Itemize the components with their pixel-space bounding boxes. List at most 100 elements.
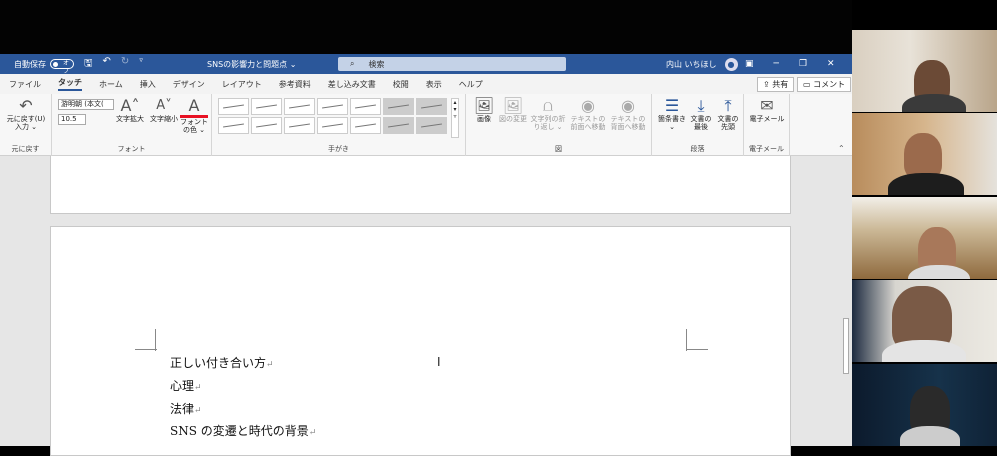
font-size-select[interactable]: 10.5: [58, 114, 86, 125]
tab-design[interactable]: デザイン: [173, 79, 205, 90]
pen-item[interactable]: [218, 117, 249, 134]
black-top-area: [0, 0, 852, 54]
tab-view[interactable]: 表示: [426, 79, 442, 90]
tab-insert[interactable]: 挿入: [140, 79, 156, 90]
collapse-ribbon-icon[interactable]: ⌃: [838, 144, 845, 153]
line-text: 正しい付き合い方: [170, 356, 267, 370]
user-account[interactable]: 内山 いちほし ●: [666, 57, 738, 71]
comment-button[interactable]: ▭ コメント: [797, 77, 852, 92]
bring-front-button[interactable]: ◉ テキストの 前面へ移動: [568, 97, 608, 132]
grow-font-label: 文字拡大: [116, 115, 144, 123]
participant-video[interactable]: [852, 280, 997, 362]
pen-item[interactable]: [251, 98, 282, 115]
font-color-label: フォント: [180, 118, 208, 126]
grow-font-button[interactable]: A˄ 文字拡大: [114, 97, 146, 124]
pen-item[interactable]: [383, 117, 414, 134]
group-undo: ↶ 元に戻す(U) 入力 ⌄ 元に戻す: [0, 94, 52, 156]
avatar[interactable]: ●: [724, 57, 738, 71]
pen-item[interactable]: [416, 117, 447, 134]
font-color-button[interactable]: A フォント の色 ⌄: [180, 97, 208, 134]
doc-start-button[interactable]: ⤒ 文書の 先頭: [714, 96, 742, 132]
tab-help[interactable]: ヘルプ: [459, 79, 483, 90]
font-name-select[interactable]: 游明朝 (本文(: [58, 99, 114, 110]
close-icon[interactable]: ✕: [827, 59, 835, 69]
pen-item[interactable]: [218, 98, 249, 115]
pen-item[interactable]: [383, 98, 414, 115]
doc-end-icon: ⤓: [697, 96, 705, 115]
restore-icon[interactable]: ❐: [799, 59, 807, 69]
bullets-label: 箇条書き: [658, 115, 686, 123]
participant-video[interactable]: [852, 113, 997, 195]
email-button[interactable]: ✉ 電子メール: [746, 97, 788, 124]
pen-item[interactable]: [317, 117, 348, 134]
undo-icon[interactable]: ↶: [103, 56, 111, 73]
redo-icon[interactable]: ↻: [121, 56, 129, 73]
search-icon: ⌕: [350, 59, 355, 68]
image-button[interactable]: 🖼 画像: [470, 97, 498, 124]
document-line[interactable]: 心理↵: [170, 377, 202, 394]
ribbon-display-icon[interactable]: ▣: [745, 59, 754, 69]
autosave-label: 自動保存: [14, 59, 46, 69]
document-line[interactable]: SNS の変遷と時代の背景↵: [170, 422, 316, 439]
document-line[interactable]: 正しい付き合い方↵: [170, 354, 274, 371]
vertical-scrollbar-thumb[interactable]: [843, 318, 849, 374]
tab-review[interactable]: 校閲: [393, 79, 409, 90]
paragraph-mark: ↵: [194, 406, 202, 416]
pen-item[interactable]: [416, 98, 447, 115]
autosave[interactable]: 自動保存 オフ: [14, 59, 74, 75]
pen-item[interactable]: [284, 98, 315, 115]
tab-touch[interactable]: タッチ: [58, 77, 82, 91]
doc-start-icon: ⤒: [724, 96, 732, 115]
document-line[interactable]: 法律↵: [170, 400, 202, 417]
change-image-button[interactable]: 🖼 図の変更: [498, 97, 528, 124]
document-title[interactable]: SNSの影響力と問題点 ⌄: [207, 59, 296, 70]
minimize-icon[interactable]: ─: [774, 59, 779, 69]
doc-end-button[interactable]: ⤓ 文書の 最後: [688, 96, 714, 132]
bring-front-label: テキストの: [570, 115, 606, 123]
tab-home[interactable]: ホーム: [99, 79, 123, 90]
participant-video[interactable]: [852, 364, 997, 446]
participant-video[interactable]: [852, 197, 997, 279]
pen-item[interactable]: [350, 98, 381, 115]
user-name: 内山 いちほし: [666, 59, 717, 69]
pen-item[interactable]: [317, 98, 348, 115]
undo-label: 元に戻す(U): [6, 115, 46, 123]
customize-qat-icon[interactable]: ▿: [139, 56, 143, 73]
current-page[interactable]: [50, 226, 791, 456]
tab-layout[interactable]: レイアウト: [222, 79, 262, 90]
pen-item[interactable]: [251, 117, 282, 134]
font-color-sub: の色 ⌄: [182, 126, 206, 134]
tab-references[interactable]: 参考資料: [279, 79, 311, 90]
shrink-font-button[interactable]: A˅ 文字縮小: [148, 97, 180, 123]
participant-body: [882, 340, 966, 362]
ribbon-tabs: ファイル タッチ ホーム 挿入 デザイン レイアウト 参考資料 差し込み文書 校…: [0, 74, 852, 94]
paragraph-mark: ↵: [194, 383, 202, 393]
send-back-button[interactable]: ◉ テキストの 背面へ移動: [608, 97, 648, 132]
participant-video[interactable]: [852, 30, 997, 112]
save-icon[interactable]: 🖫: [84, 56, 93, 73]
send-back-label: テキストの: [610, 115, 646, 123]
tab-mailings[interactable]: 差し込み文書: [328, 79, 376, 90]
tab-file[interactable]: ファイル: [9, 79, 41, 90]
previous-page: [50, 156, 791, 214]
bullets-button[interactable]: ☰ 箇条書き ⌄: [656, 97, 688, 132]
wrap-text-button[interactable]: ⩍ 文字列の折 り返し ⌄: [528, 97, 568, 132]
group-label: 元に戻す: [11, 145, 40, 153]
line-text: 心理: [170, 379, 195, 393]
undo-button[interactable]: ↶ 元に戻す(U) 入力 ⌄: [4, 96, 48, 132]
autosave-toggle[interactable]: オフ: [50, 59, 74, 75]
gallery-scroll[interactable]: ▴ ▾ ▿: [451, 98, 459, 138]
group-label: 段落: [690, 145, 705, 153]
doc-end-sub: 最後: [694, 123, 708, 131]
participant-body: [902, 94, 966, 112]
pen-item[interactable]: [284, 117, 315, 134]
search-placeholder: 検索: [368, 59, 385, 69]
window-controls: ▣ ─ ❐ ✕: [745, 59, 835, 69]
email-label: 電子メール: [749, 115, 785, 123]
bullets-sub: ⌄: [669, 123, 675, 131]
pen-item[interactable]: [350, 117, 381, 134]
undo-icon: ↶: [19, 96, 33, 115]
share-button[interactable]: ⇪ 共有: [757, 77, 795, 92]
bring-front-sub: 前面へ移動: [570, 123, 606, 131]
search-box[interactable]: ⌕ 検索: [338, 57, 566, 71]
